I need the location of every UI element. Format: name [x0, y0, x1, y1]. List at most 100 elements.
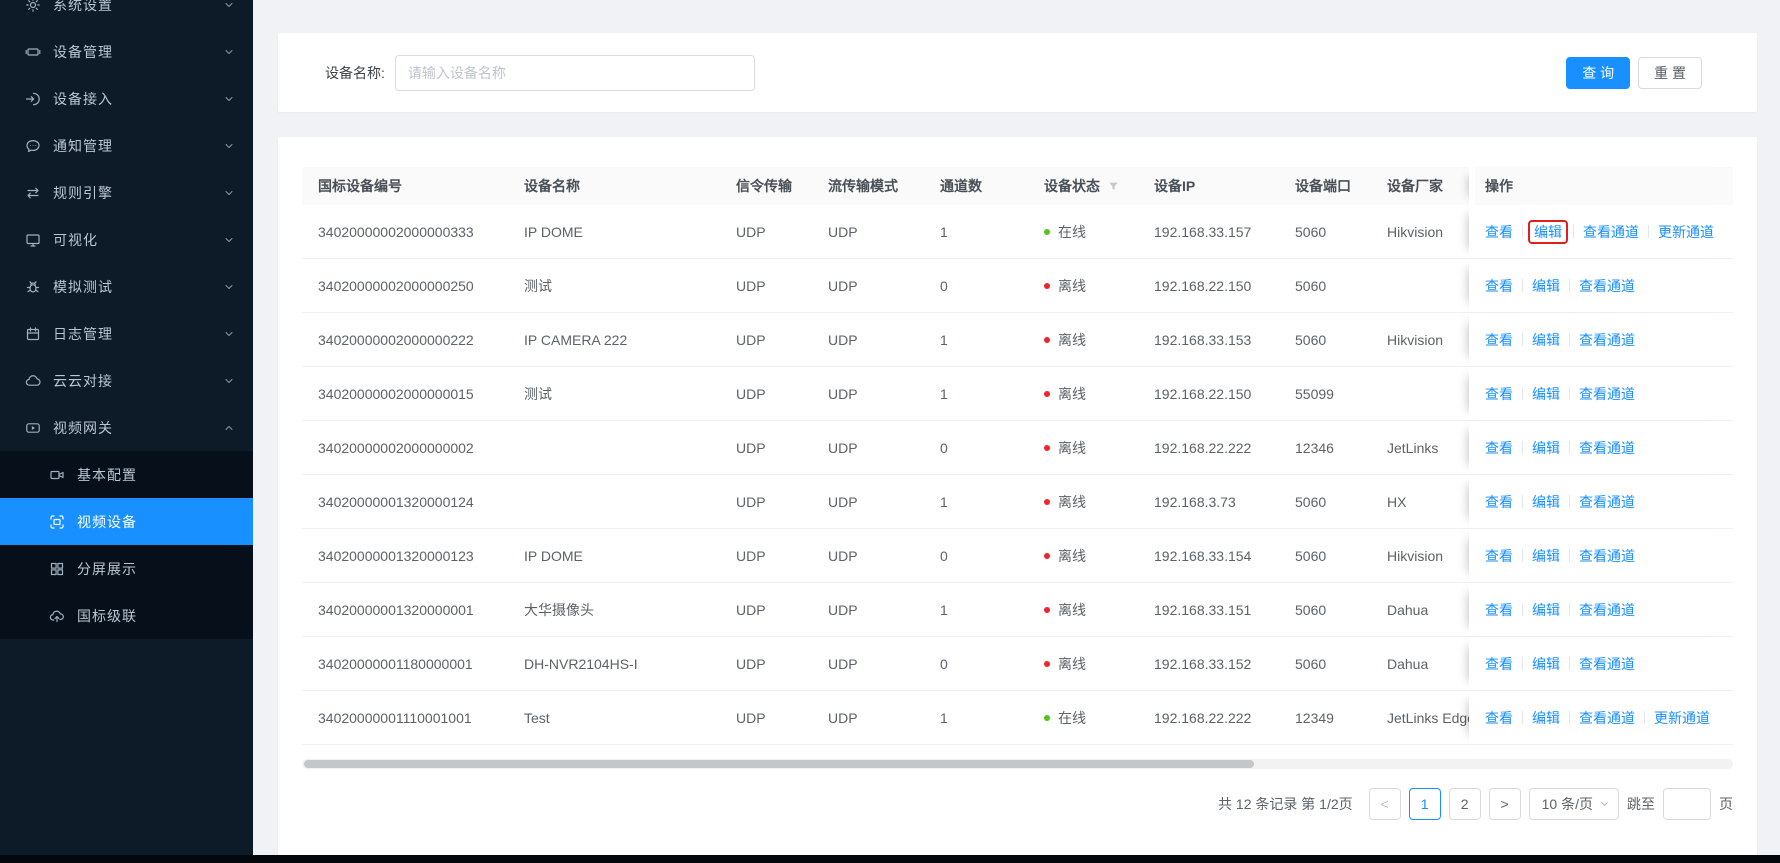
- camera-icon: [49, 467, 65, 483]
- action-view-channels[interactable]: 查看通道: [1579, 546, 1635, 566]
- action-view-channels[interactable]: 查看通道: [1579, 384, 1635, 404]
- cell-device-status: 在线: [1028, 691, 1138, 744]
- action-separator: [1522, 549, 1523, 562]
- action-update-channels[interactable]: 更新通道: [1654, 708, 1710, 728]
- cell-signal-transport: UDP: [720, 313, 812, 366]
- filter-icon[interactable]: [1107, 180, 1120, 193]
- cell-device-id: 34020000002000000250: [302, 259, 508, 312]
- action-view-channels[interactable]: 查看通道: [1579, 654, 1635, 674]
- column-label: 设备状态: [1044, 176, 1100, 196]
- action-edit[interactable]: 编辑: [1532, 654, 1560, 674]
- jump-to-label: 跳至: [1627, 794, 1655, 814]
- action-view-channels[interactable]: 查看通道: [1579, 600, 1635, 620]
- pagination-page-1[interactable]: 1: [1409, 788, 1441, 820]
- action-separator: [1569, 387, 1570, 400]
- table-row: 34020000002000000002UDPUDP0离线192.168.22.…: [302, 421, 1733, 475]
- action-view[interactable]: 查看: [1485, 222, 1513, 242]
- cell-device-port: 12346: [1279, 421, 1371, 474]
- action-view[interactable]: 查看: [1485, 438, 1513, 458]
- cell-device-name: 测试: [508, 259, 720, 312]
- cell-device-ip: 192.168.22.222: [1138, 421, 1279, 474]
- action-view-channels[interactable]: 查看通道: [1579, 276, 1635, 296]
- action-view[interactable]: 查看: [1485, 708, 1513, 728]
- status-text: 离线: [1058, 276, 1086, 296]
- device-name-input[interactable]: [395, 55, 755, 91]
- action-view[interactable]: 查看: [1485, 384, 1513, 404]
- sidebar-item-cloud-connect[interactable]: 云云对接: [0, 357, 253, 404]
- action-view[interactable]: 查看: [1485, 276, 1513, 296]
- action-view-channels[interactable]: 查看通道: [1579, 330, 1635, 350]
- action-view-channels[interactable]: 查看通道: [1579, 708, 1635, 728]
- action-edit[interactable]: 编辑: [1532, 546, 1560, 566]
- column-header-device-name: 设备名称: [508, 167, 720, 205]
- status-dot-online: [1044, 229, 1050, 235]
- horizontal-scrollbar-track[interactable]: [302, 759, 1733, 769]
- cell-signal-transport: UDP: [720, 529, 812, 582]
- cell-device-id: 34020000002000000333: [302, 205, 508, 258]
- sidebar-item-video-devices[interactable]: 视频设备: [0, 498, 253, 545]
- cell-device-status: 在线: [1028, 205, 1138, 258]
- search-buttons: 查 询 重 置: [1566, 57, 1702, 89]
- sidebar-item-visualization[interactable]: 可视化: [0, 216, 253, 263]
- sidebar-item-basic-config[interactable]: 基本配置: [0, 451, 253, 498]
- action-view[interactable]: 查看: [1485, 330, 1513, 350]
- action-edit[interactable]: 编辑: [1532, 600, 1560, 620]
- query-button[interactable]: 查 询: [1566, 57, 1630, 89]
- reset-button[interactable]: 重 置: [1638, 57, 1702, 89]
- horizontal-scrollbar-thumb[interactable]: [304, 760, 1254, 768]
- action-edit[interactable]: 编辑: [1532, 384, 1560, 404]
- action-edit[interactable]: 编辑: [1532, 708, 1560, 728]
- action-separator: [1522, 495, 1523, 508]
- pagination-page-2[interactable]: 2: [1449, 788, 1481, 820]
- sidebar-item-system-settings[interactable]: 系统设置: [0, 0, 253, 28]
- sidebar-item-split-screen[interactable]: 分屏展示: [0, 545, 253, 592]
- sidebar-item-device-management[interactable]: 设备管理: [0, 28, 253, 75]
- sidebar-item-gb-cascade[interactable]: 国标级联: [0, 592, 253, 639]
- jump-to-input[interactable]: [1663, 788, 1711, 820]
- sidebar-item-log-management[interactable]: 日志管理: [0, 310, 253, 357]
- action-separator: [1644, 711, 1645, 724]
- action-edit[interactable]: 编辑: [1534, 224, 1562, 240]
- cell-device-ip: 192.168.33.153: [1138, 313, 1279, 366]
- cell-device-name: DH-NVR2104HS-I: [508, 637, 720, 690]
- cell-device-vendor: [1371, 367, 1469, 420]
- cell-device-id: 34020000001180000001: [302, 637, 508, 690]
- sidebar-item-label: 国标级联: [77, 606, 137, 626]
- action-view-channels[interactable]: 查看通道: [1583, 222, 1639, 242]
- action-view-channels[interactable]: 查看通道: [1579, 438, 1635, 458]
- login-icon: [25, 91, 41, 107]
- action-view[interactable]: 查看: [1485, 546, 1513, 566]
- cell-device-name: 测试: [508, 367, 720, 420]
- cell-device-id: 34020000002000000002: [302, 421, 508, 474]
- cloud-icon: [25, 373, 41, 389]
- sidebar-item-device-access[interactable]: 设备接入: [0, 75, 253, 122]
- pagination: 共 12 条记录 第 1/2页 <12>10 条/页跳至页: [302, 788, 1733, 820]
- column-label: 设备端口: [1295, 176, 1351, 196]
- action-update-channels[interactable]: 更新通道: [1658, 222, 1714, 242]
- sidebar-item-label: 模拟测试: [53, 277, 223, 297]
- action-edit[interactable]: 编辑: [1532, 276, 1560, 296]
- cell-device-vendor: [1371, 259, 1469, 312]
- cell-device-vendor: Hikvision: [1371, 313, 1469, 366]
- action-edit[interactable]: 编辑: [1532, 438, 1560, 458]
- sidebar-item-label: 系统设置: [53, 0, 223, 15]
- pagination-next-button[interactable]: >: [1489, 788, 1521, 820]
- action-view[interactable]: 查看: [1485, 600, 1513, 620]
- pagination-prev-button[interactable]: <: [1369, 788, 1401, 820]
- grid-icon: [49, 561, 65, 577]
- sidebar-item-rule-engine[interactable]: 规则引擎: [0, 169, 253, 216]
- sidebar-item-video-gateway[interactable]: 视频网关: [0, 404, 253, 451]
- sidebar-item-notification-management[interactable]: 通知管理: [0, 122, 253, 169]
- action-view[interactable]: 查看: [1485, 492, 1513, 512]
- sidebar-item-label: 视频设备: [77, 512, 137, 532]
- sidebar-item-simulation-test[interactable]: 模拟测试: [0, 263, 253, 310]
- action-view-channels[interactable]: 查看通道: [1579, 492, 1635, 512]
- action-view[interactable]: 查看: [1485, 654, 1513, 674]
- action-edit[interactable]: 编辑: [1532, 492, 1560, 512]
- page-size-select[interactable]: 10 条/页: [1529, 788, 1619, 820]
- status-text: 离线: [1058, 600, 1086, 620]
- table-row: 34020000001320000123IP DOMEUDPUDP0离线192.…: [302, 529, 1733, 583]
- cell-device-port: 5060: [1279, 313, 1371, 366]
- cell-device-port: 5060: [1279, 475, 1371, 528]
- action-edit[interactable]: 编辑: [1532, 330, 1560, 350]
